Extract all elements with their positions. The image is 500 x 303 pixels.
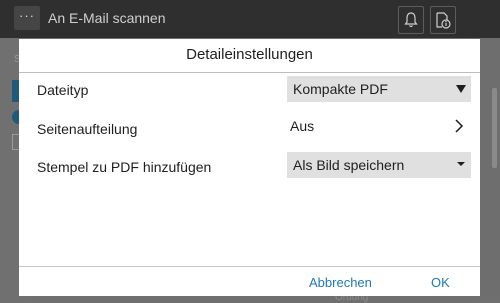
document-info-icon[interactable] [430, 6, 456, 34]
cancel-button[interactable]: Abbrechen [309, 275, 372, 290]
menu-icon[interactable]: ··· [14, 6, 40, 30]
dropdown-arrow-icon [457, 162, 465, 166]
file-type-select[interactable]: Kompakte PDF [287, 76, 471, 102]
dialog-title: Detaileinstellungen [186, 46, 313, 63]
file-type-value: Kompakte PDF [293, 81, 388, 97]
divider [19, 266, 480, 267]
page-split-label: Seitenaufteilung [37, 121, 138, 137]
stamp-to-pdf-value: Als Bild speichern [293, 157, 405, 173]
app-title: An E-Mail scannen [48, 10, 166, 26]
divider [19, 72, 480, 73]
ok-button[interactable]: OK [431, 275, 450, 290]
dropdown-arrow-icon [456, 85, 466, 93]
file-type-label: Dateityp [37, 82, 89, 98]
background-scrollbar [492, 88, 497, 168]
page-split-value: Aus [290, 118, 315, 134]
chevron-right-icon [455, 119, 464, 133]
top-bar: ··· An E-Mail scannen [0, 0, 500, 38]
stamp-to-pdf-select[interactable]: Als Bild speichern [287, 152, 471, 178]
bell-icon[interactable] [398, 6, 424, 34]
detail-settings-dialog: Detaileinstellungen Dateityp Kompakte PD… [19, 39, 480, 296]
stamp-to-pdf-label: Stempel zu PDF hinzufügen [37, 159, 212, 175]
